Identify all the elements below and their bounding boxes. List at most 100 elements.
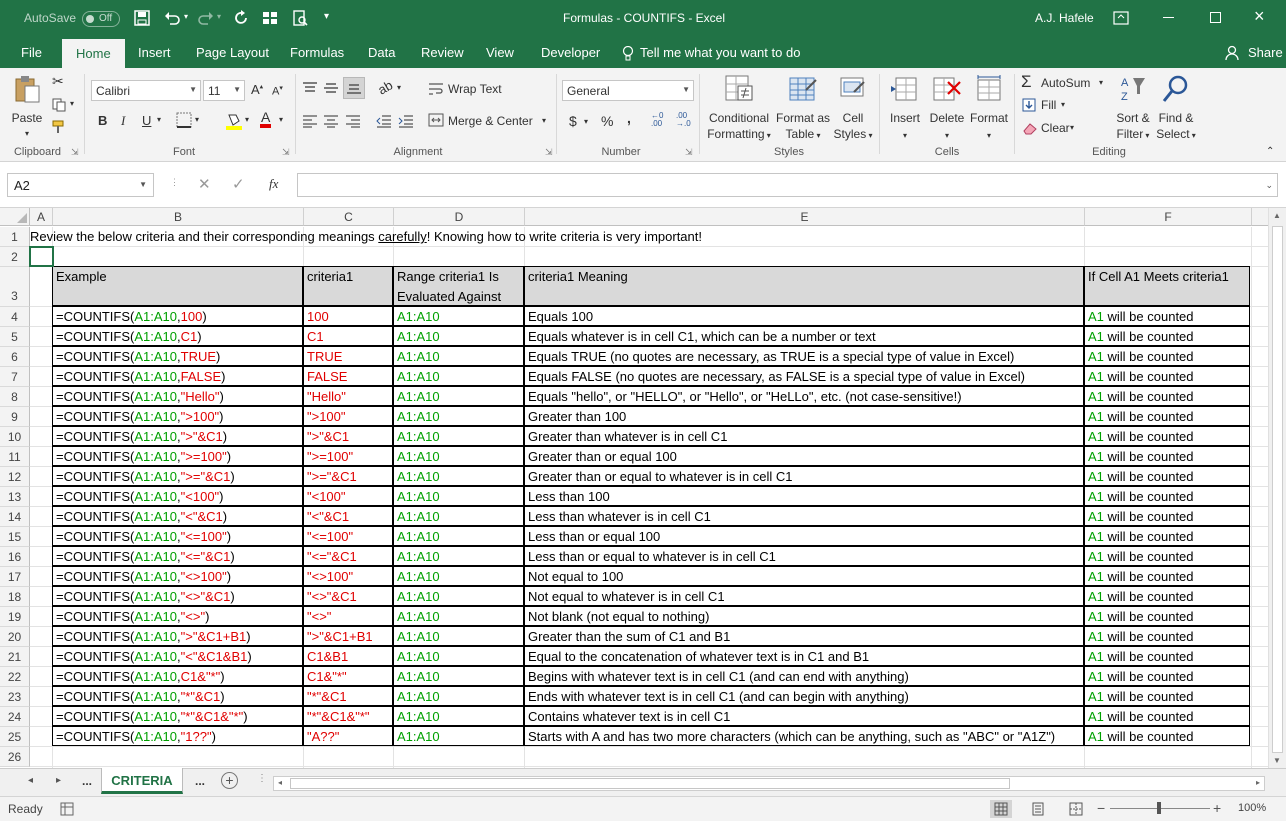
underline-dropdown-icon[interactable]: ▾ (157, 115, 161, 124)
meaning-cell[interactable]: Greater than 100 (524, 406, 1084, 426)
borders-dropdown-icon[interactable]: ▾ (195, 115, 199, 124)
scroll-left-icon[interactable]: ◂ (278, 778, 282, 787)
range-cell[interactable]: A1:A10 (393, 546, 524, 566)
example-formula-cell[interactable]: =COUNTIFS(A1:A10,"<"&C1) (52, 506, 303, 526)
meaning-cell[interactable]: Not equal to whatever is in cell C1 (524, 586, 1084, 606)
customize-qat-icon[interactable]: ▾ (324, 11, 329, 22)
row-header-18[interactable]: 18 (0, 587, 30, 607)
save-icon[interactable] (134, 10, 150, 26)
tab-formulas[interactable]: Formulas (290, 45, 344, 60)
conditional-formatting-button[interactable]: Conditional Formatting ▾ (703, 74, 775, 144)
example-formula-cell[interactable]: =COUNTIFS(A1:A10,"*"&C1) (52, 686, 303, 706)
result-cell[interactable]: A1 will be counted (1084, 706, 1250, 726)
range-cell[interactable]: A1:A10 (393, 506, 524, 526)
example-formula-cell[interactable]: =COUNTIFS(A1:A10,">"&C1+B1) (52, 626, 303, 646)
result-cell[interactable]: A1 will be counted (1084, 686, 1250, 706)
italic-button[interactable]: I (121, 113, 125, 129)
maximize-icon[interactable] (1210, 12, 1221, 23)
meaning-cell[interactable]: Equals 100 (524, 306, 1084, 326)
column-header-g-partial[interactable] (1252, 208, 1268, 226)
range-cell[interactable]: A1:A10 (393, 726, 524, 746)
range-cell[interactable]: A1:A10 (393, 406, 524, 426)
font-name-combo[interactable]: Calibri ▼ (91, 80, 201, 101)
range-cell[interactable]: A1:A10 (393, 606, 524, 626)
result-cell[interactable]: A1 will be counted (1084, 486, 1250, 506)
row-header-25[interactable]: 25 (0, 727, 30, 747)
redo-icon[interactable] (198, 10, 214, 26)
align-bottom-button[interactable] (343, 77, 365, 99)
result-cell[interactable]: A1 will be counted (1084, 606, 1250, 626)
font-size-combo[interactable]: 11 ▼ (203, 80, 245, 101)
insert-cells-button[interactable]: Insert ▾ (884, 74, 926, 144)
horizontal-scroll-thumb[interactable] (290, 778, 1010, 789)
result-cell[interactable]: A1 will be counted (1084, 406, 1250, 426)
row-header-3[interactable]: 3 (0, 267, 30, 307)
number-launcher-icon[interactable]: ⇲ (685, 147, 693, 158)
meaning-cell[interactable]: Starts with A and has two more character… (524, 726, 1084, 746)
formula-input[interactable]: ⌄ (297, 173, 1278, 197)
decrease-decimal-icon[interactable]: .00 →.0 (676, 112, 691, 128)
copy-dropdown-icon[interactable]: ▾ (70, 99, 74, 108)
row-header-6[interactable]: 6 (0, 347, 30, 367)
meaning-cell[interactable]: Greater than or equal 100 (524, 446, 1084, 466)
zoom-out-icon[interactable]: − (1097, 800, 1105, 816)
result-cell[interactable]: A1 will be counted (1084, 346, 1250, 366)
criteria-cell[interactable]: "*"&C1&"*" (303, 706, 393, 726)
ribbon-display-options-icon[interactable] (1113, 11, 1129, 25)
example-formula-cell[interactable]: =COUNTIFS(A1:A10,"<=100") (52, 526, 303, 546)
font-launcher-icon[interactable]: ⇲ (282, 147, 290, 158)
refresh-icon[interactable] (233, 10, 249, 26)
sheet-prev-more[interactable]: ... (82, 774, 92, 788)
meaning-cell[interactable]: Equal to the concatenation of whatever t… (524, 646, 1084, 666)
criteria-cell[interactable]: ">"&C1 (303, 426, 393, 446)
sheet-next-more[interactable]: ... (195, 774, 205, 788)
example-formula-cell[interactable]: =COUNTIFS(A1:A10,C1&"*") (52, 666, 303, 686)
criteria-cell[interactable]: "<>" (303, 606, 393, 626)
increase-font-icon[interactable]: A▴ (251, 82, 263, 97)
meaning-cell[interactable]: Greater than whatever is in cell C1 (524, 426, 1084, 446)
row-header-7[interactable]: 7 (0, 367, 30, 387)
sheet-prev-icon[interactable]: ◂ (28, 775, 33, 786)
result-cell[interactable]: A1 will be counted (1084, 626, 1250, 646)
table-header-cell[interactable]: If Cell A1 Meets criteria1 (1084, 266, 1250, 306)
scroll-down-icon[interactable]: ▼ (1273, 756, 1281, 765)
meaning-cell[interactable]: Equals FALSE (no quotes are necessary, a… (524, 366, 1084, 386)
alignment-launcher-icon[interactable]: ⇲ (545, 147, 553, 158)
row-header-8[interactable]: 8 (0, 387, 30, 407)
example-formula-cell[interactable]: =COUNTIFS(A1:A10,"<"&C1&B1) (52, 646, 303, 666)
macro-record-icon[interactable] (60, 802, 74, 816)
tab-page-layout[interactable]: Page Layout (196, 45, 269, 60)
currency-dropdown-icon[interactable]: ▾ (584, 117, 588, 126)
select-all-corner[interactable] (0, 208, 30, 226)
row-header-22[interactable]: 22 (0, 667, 30, 687)
result-cell[interactable]: A1 will be counted (1084, 386, 1250, 406)
fill-color-dropdown-icon[interactable]: ▾ (245, 115, 249, 124)
redo-dropdown-icon[interactable]: ▾ (217, 12, 221, 21)
align-left-icon[interactable] (302, 114, 318, 128)
cell-styles-button[interactable]: Cell Styles ▾ (832, 74, 874, 144)
page-break-preview-icon[interactable] (1069, 802, 1083, 816)
zoom-slider-thumb[interactable] (1157, 802, 1161, 814)
fill-color-icon[interactable] (226, 112, 242, 130)
orientation-dropdown-icon[interactable]: ▾ (397, 83, 401, 92)
cell-a1[interactable]: Review the below criteria and their corr… (27, 227, 702, 247)
example-formula-cell[interactable]: =COUNTIFS(A1:A10,C1) (52, 326, 303, 346)
tab-insert[interactable]: Insert (138, 45, 171, 60)
table-header-cell[interactable]: criteria1 (303, 266, 393, 306)
table-header-cell[interactable]: Range criteria1 Is Evaluated Against (393, 266, 524, 306)
criteria-cell[interactable]: "Hello" (303, 386, 393, 406)
clipboard-launcher-icon[interactable]: ⇲ (71, 147, 79, 158)
row-header-19[interactable]: 19 (0, 607, 30, 627)
row-header-11[interactable]: 11 (0, 447, 30, 467)
row-header-9[interactable]: 9 (0, 407, 30, 427)
tab-view[interactable]: View (486, 45, 514, 60)
criteria-cell[interactable]: "A??" (303, 726, 393, 746)
result-cell[interactable]: A1 will be counted (1084, 306, 1250, 326)
column-header-b[interactable]: B (53, 208, 304, 226)
range-cell[interactable]: A1:A10 (393, 426, 524, 446)
delete-cells-button[interactable]: Delete ▾ (926, 74, 968, 144)
meaning-cell[interactable]: Greater than the sum of C1 and B1 (524, 626, 1084, 646)
result-cell[interactable]: A1 will be counted (1084, 446, 1250, 466)
scroll-up-icon[interactable]: ▲ (1273, 211, 1281, 220)
comma-button[interactable]: , (627, 110, 631, 126)
